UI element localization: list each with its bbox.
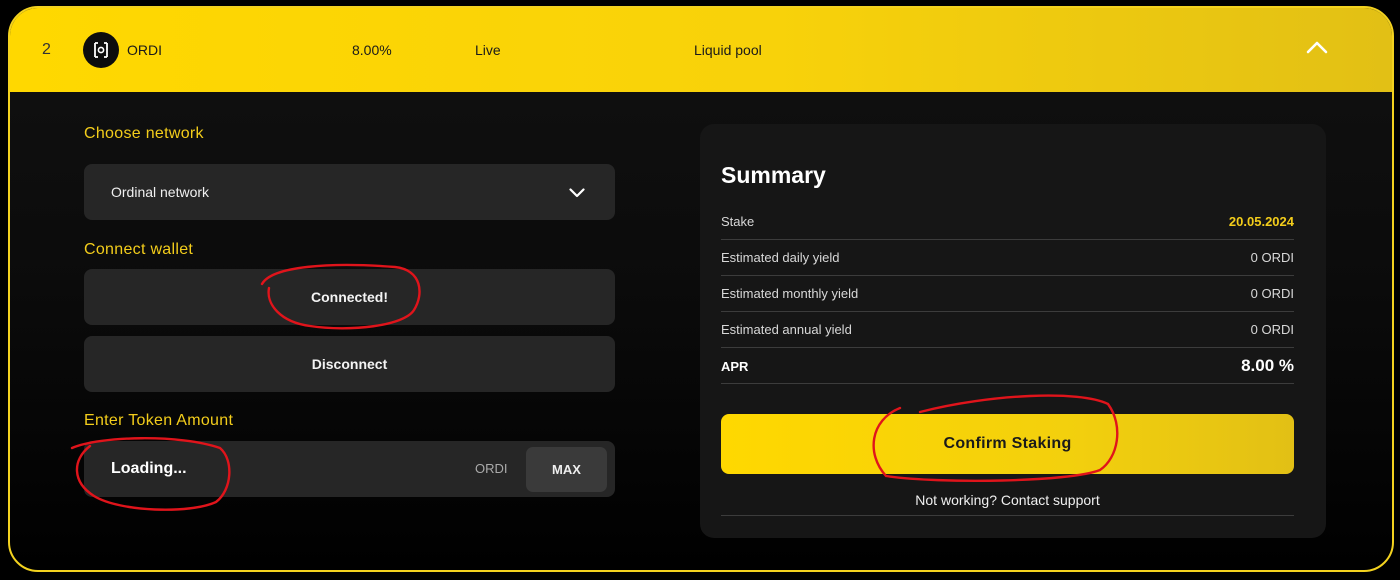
summary-row-label: Estimated annual yield <box>721 322 852 337</box>
max-button[interactable]: MAX <box>526 447 607 492</box>
contact-support-link[interactable]: Not working? Contact support <box>721 492 1294 516</box>
summary-row-daily: Estimated daily yield 0 ORDI <box>721 240 1294 276</box>
pool-row-header[interactable]: 2 ORDI 8.00% Live Liquid pool <box>10 8 1392 92</box>
chevron-down-icon <box>569 185 585 203</box>
apr-value: 8.00% <box>352 42 392 58</box>
amount-value: Loading... <box>111 460 187 477</box>
summary-row-label: APR <box>721 359 749 374</box>
summary-row-value: 0 ORDI <box>1250 322 1294 337</box>
enter-amount-label: Enter Token Amount <box>84 412 234 429</box>
row-index: 2 <box>42 41 51 58</box>
max-label: MAX <box>552 462 581 477</box>
confirm-staking-button[interactable]: Confirm Staking <box>721 414 1294 474</box>
confirm-staking-label: Confirm Staking <box>943 435 1072 452</box>
summary-title: Summary <box>721 162 826 188</box>
summary-card: Summary Stake 20.05.2024 Estimated daily… <box>700 124 1326 538</box>
summary-row-label: Stake <box>721 214 755 229</box>
disconnect-label: Disconnect <box>311 356 388 372</box>
connected-button[interactable]: Connected! <box>84 269 615 325</box>
summary-row-value: 8.00 % <box>1241 356 1294 375</box>
connected-label: Connected! <box>311 289 388 305</box>
choose-network-label: Choose network <box>84 125 204 142</box>
network-select[interactable]: Ordinal network <box>84 164 615 220</box>
token-name: ORDI <box>127 42 162 58</box>
staking-pool-card: 2 ORDI 8.00% Live Liquid pool Choose net… <box>8 6 1394 572</box>
summary-row-value: 0 ORDI <box>1250 286 1294 301</box>
amount-unit: ORDI <box>475 461 508 476</box>
summary-row-apr: APR 8.00 % <box>721 348 1294 384</box>
disconnect-button[interactable]: Disconnect <box>84 336 615 392</box>
summary-row-annual: Estimated annual yield 0 ORDI <box>721 312 1294 348</box>
summary-row-value: 20.05.2024 <box>1228 214 1294 229</box>
pool-status: Live <box>475 42 501 58</box>
pool-type: Liquid pool <box>694 42 762 58</box>
summary-row-stake: Stake 20.05.2024 <box>721 204 1294 240</box>
summary-row-value: 0 ORDI <box>1250 250 1294 265</box>
summary-row-label: Estimated daily yield <box>721 250 840 265</box>
chevron-up-icon[interactable] <box>1306 40 1328 59</box>
connect-wallet-label: Connect wallet <box>84 241 194 258</box>
ordi-logo-icon <box>83 32 119 68</box>
network-selected-value: Ordinal network <box>111 184 210 200</box>
summary-row-monthly: Estimated monthly yield 0 ORDI <box>721 276 1294 312</box>
summary-row-label: Estimated monthly yield <box>721 286 859 301</box>
amount-input[interactable]: Loading... ORDI MAX <box>84 441 615 497</box>
